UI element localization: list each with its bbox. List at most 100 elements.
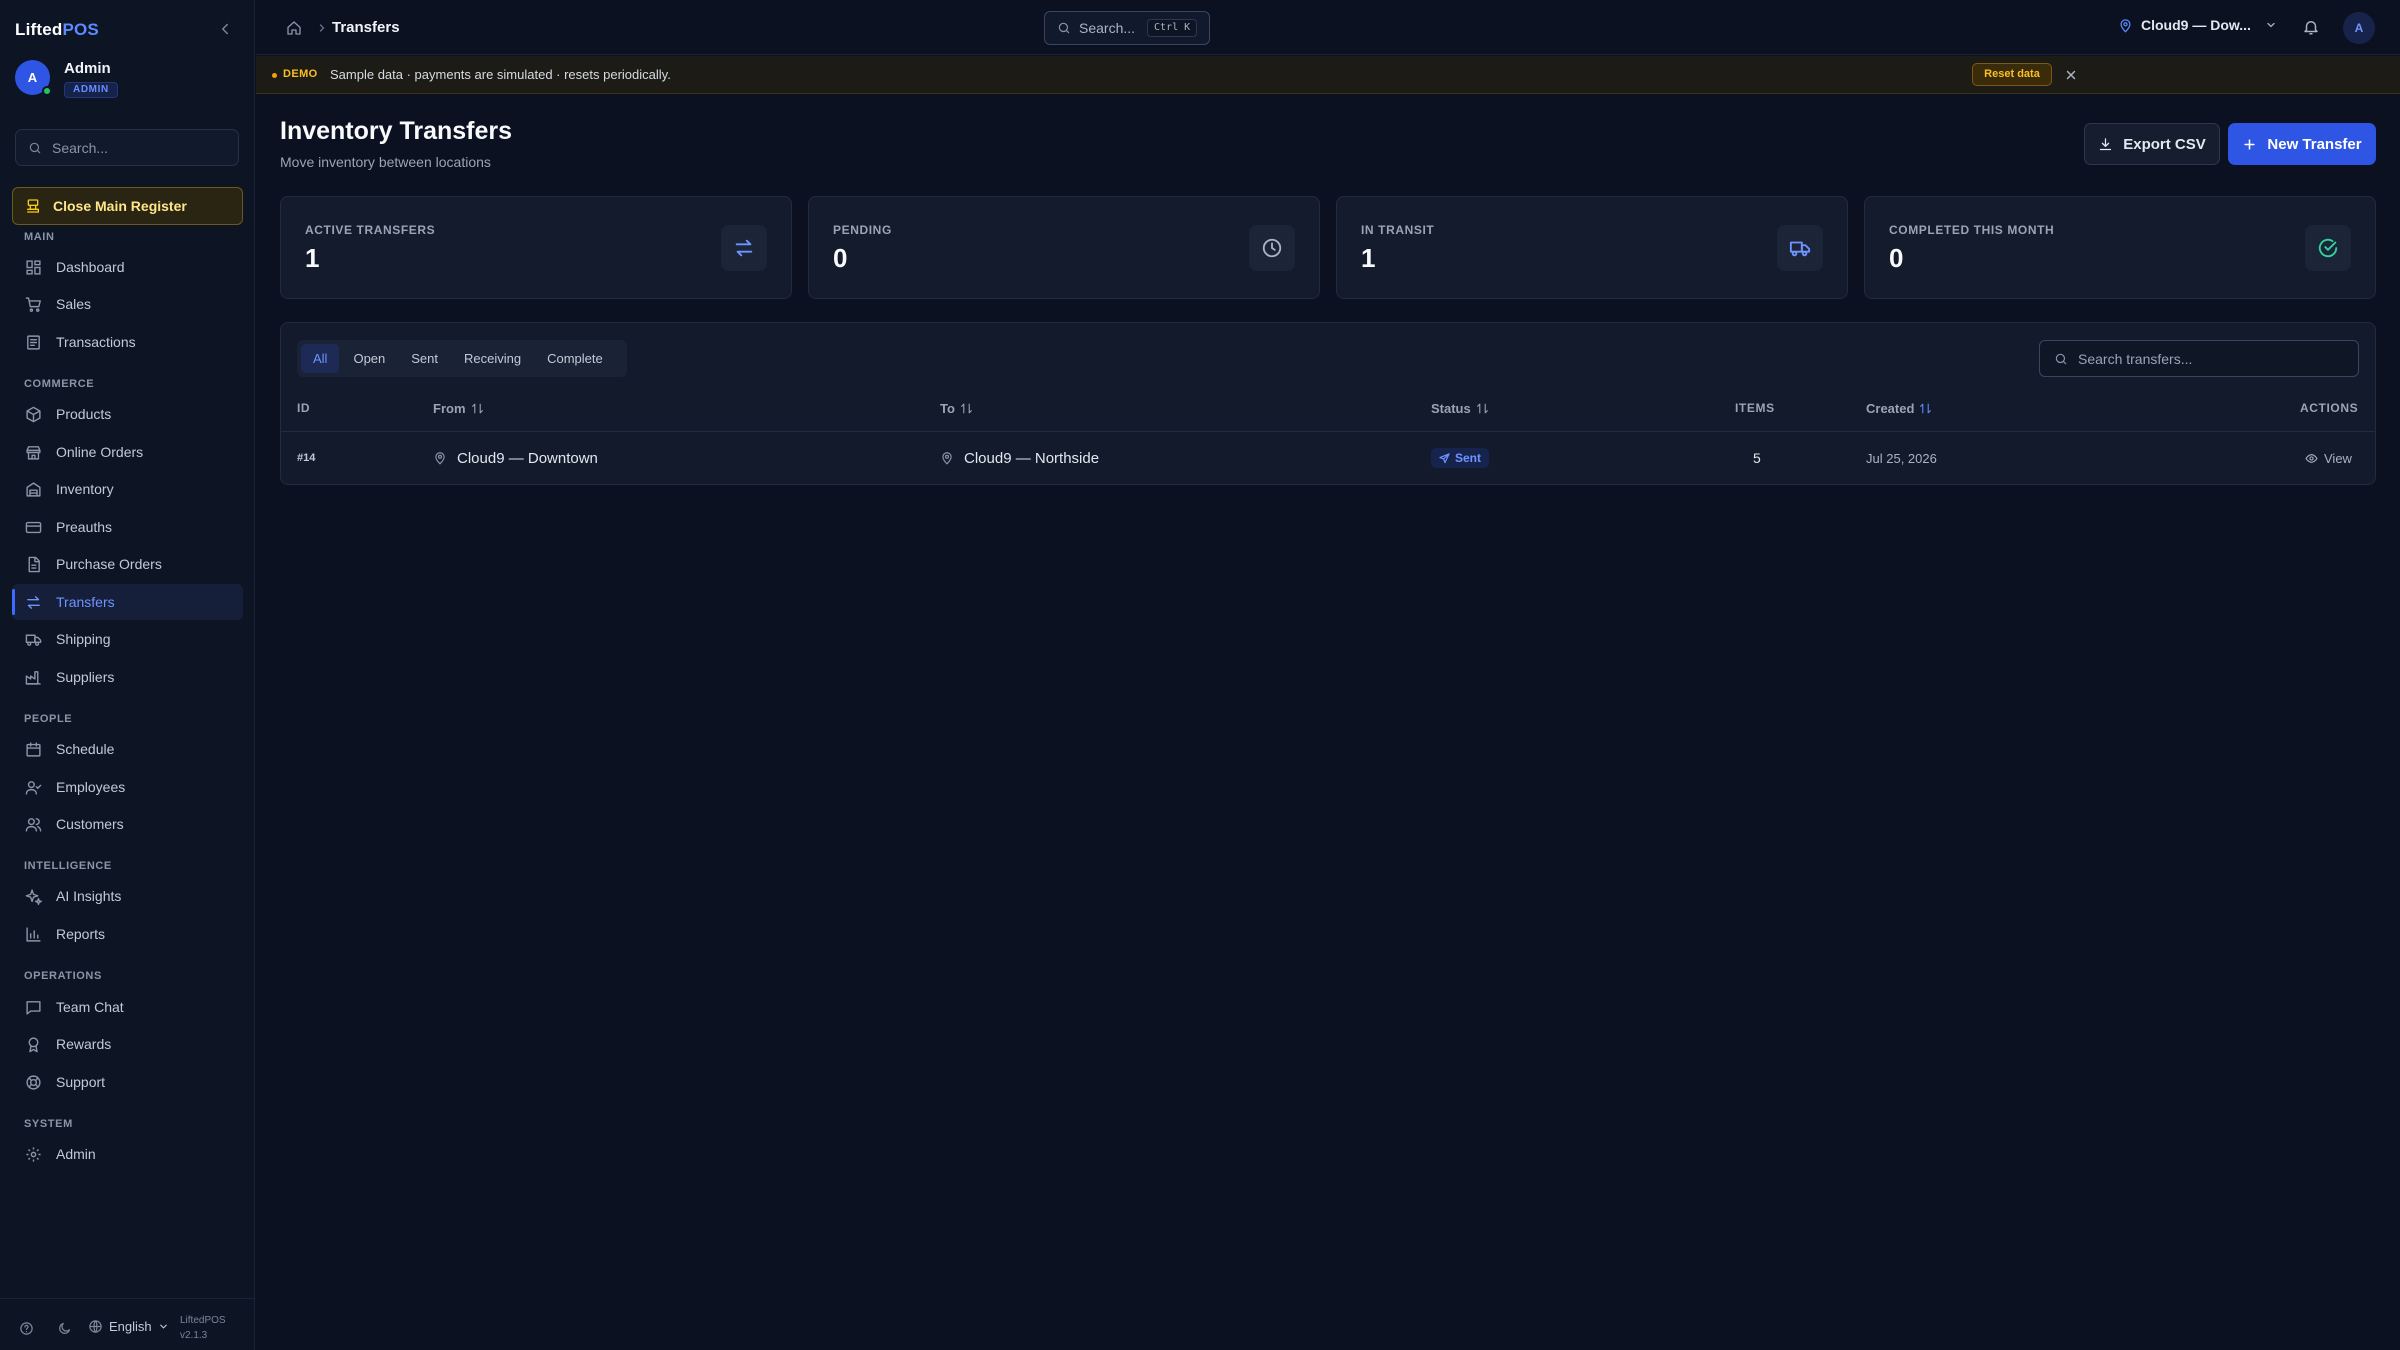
- check-circle-icon: [2318, 238, 2338, 258]
- close-register-label: Close Main Register: [53, 198, 187, 214]
- notifications-button[interactable]: [2302, 18, 2320, 36]
- sidebar-search-placeholder: Search...: [52, 139, 109, 156]
- sidebar-item-shipping[interactable]: Shipping: [12, 621, 243, 657]
- nav-section-intelligence: INTELLIGENCE: [24, 860, 112, 872]
- sidebar-item-suppliers[interactable]: Suppliers: [12, 659, 243, 695]
- sidebar-item-inventory[interactable]: Inventory: [12, 471, 243, 507]
- map-pin-icon: [2120, 18, 2131, 33]
- transfer-to: Cloud9 — Northside: [940, 432, 1099, 484]
- app-version: LiftedPOS v2.1.3: [180, 1313, 226, 1343]
- sidebar-item-preauths[interactable]: Preauths: [12, 509, 243, 545]
- user-check-icon: [25, 780, 42, 795]
- column-header-actions: ACTIONS: [2300, 401, 2358, 415]
- stat-value: 1: [305, 243, 320, 273]
- language-select[interactable]: English: [88, 1319, 169, 1334]
- sidebar-search-input[interactable]: Search...: [15, 129, 239, 166]
- tab-all[interactable]: All: [301, 344, 340, 373]
- life-buoy-icon: [26, 1074, 41, 1090]
- column-header-status[interactable]: Status: [1431, 401, 1489, 416]
- status-filter-tabs: All Open Sent Receiving Complete: [297, 340, 627, 377]
- status-badge: Sent: [1431, 448, 1490, 468]
- global-search-placeholder: Search...: [1079, 20, 1136, 36]
- stat-card-pending: PENDING 0: [808, 196, 1320, 299]
- sidebar-item-support[interactable]: Support: [12, 1064, 243, 1100]
- theme-toggle-button[interactable]: [57, 1321, 72, 1336]
- sort-icon: [1476, 403, 1488, 414]
- nav-section-system: SYSTEM: [24, 1118, 73, 1130]
- close-register-button[interactable]: Close Main Register: [12, 187, 243, 225]
- sort-icon: [1920, 403, 1932, 414]
- sidebar-item-team-chat[interactable]: Team Chat: [12, 989, 243, 1025]
- sidebar-item-label: Employees: [56, 779, 126, 795]
- tab-complete[interactable]: Complete: [535, 344, 615, 373]
- close-banner-button[interactable]: [2064, 68, 2078, 82]
- send-icon: [1439, 452, 1450, 463]
- new-transfer-button[interactable]: New Transfer: [2228, 123, 2376, 165]
- tab-sent[interactable]: Sent: [399, 344, 450, 373]
- sidebar-item-customers[interactable]: Customers: [12, 806, 243, 842]
- help-button[interactable]: [19, 1321, 34, 1336]
- version-app-name: LiftedPOS: [180, 1315, 226, 1326]
- truck-icon: [25, 634, 42, 646]
- sidebar-item-products[interactable]: Products: [12, 396, 243, 432]
- stat-value: 1: [1361, 243, 1376, 273]
- truck-icon: [1789, 241, 1811, 257]
- tab-open[interactable]: Open: [341, 344, 397, 373]
- tab-receiving[interactable]: Receiving: [452, 344, 533, 373]
- search-shortcut-hint: Ctrl K: [1147, 19, 1198, 37]
- search-transfers-input[interactable]: Search transfers...: [2039, 340, 2359, 377]
- sidebar-item-transactions[interactable]: Transactions: [12, 324, 243, 360]
- brand-logo[interactable]: LiftedPOS: [15, 20, 99, 40]
- sidebar-item-dashboard[interactable]: Dashboard: [12, 249, 243, 285]
- transfers-table-card: All Open Sent Receiving Complete Search …: [280, 322, 2376, 485]
- sidebar-item-label: Purchase Orders: [56, 556, 162, 572]
- sidebar-item-schedule[interactable]: Schedule: [12, 731, 243, 767]
- stat-value: 0: [833, 243, 848, 273]
- globe-icon: [89, 1320, 102, 1333]
- factory-icon: [25, 670, 41, 685]
- column-header-label: Created: [1866, 401, 1915, 416]
- sidebar-item-ai-insights[interactable]: AI Insights: [12, 878, 243, 914]
- sidebar-item-label: Support: [56, 1074, 106, 1090]
- location-select[interactable]: Cloud9 — Dow...: [2118, 17, 2277, 33]
- global-search-input[interactable]: Search... Ctrl K: [1044, 11, 1210, 45]
- export-csv-button[interactable]: Export CSV: [2084, 123, 2220, 165]
- view-transfer-button[interactable]: View: [2305, 451, 2352, 466]
- column-header-to[interactable]: To: [940, 401, 973, 416]
- sidebar-item-sales[interactable]: Sales: [12, 286, 243, 322]
- sidebar-item-reports[interactable]: Reports: [12, 916, 243, 952]
- file-text-icon: [28, 556, 40, 572]
- search-icon: [1058, 22, 1070, 34]
- message-square-icon: [26, 1000, 41, 1015]
- sidebar-item-transfers[interactable]: Transfers: [12, 584, 243, 620]
- sidebar-item-admin[interactable]: Admin: [12, 1136, 243, 1172]
- bell-icon: [2304, 21, 2318, 35]
- arrows-exchange-icon: [735, 239, 753, 257]
- stat-card-active-transfers: ACTIVE TRANSFERS 1: [280, 196, 792, 299]
- column-header-label: ID: [297, 401, 311, 415]
- breadcrumb-home[interactable]: [286, 20, 302, 36]
- demo-tag: DEMO: [283, 68, 318, 80]
- demo-banner: DEMO Sample data · payments are simulate…: [256, 56, 2400, 94]
- download-icon: [2100, 137, 2112, 150]
- collapse-sidebar-button[interactable]: [216, 20, 234, 38]
- stat-icon-box: [721, 225, 767, 271]
- sidebar-item-label: Dashboard: [56, 259, 125, 275]
- table-row[interactable]: #14 Cloud9 — Downtown Cloud9 — Northside…: [281, 432, 2375, 484]
- sidebar-item-label: Schedule: [56, 741, 115, 757]
- sidebar-item-label: Products: [56, 406, 112, 422]
- sidebar-item-label: Customers: [56, 816, 124, 832]
- sidebar-item-label: Inventory: [56, 481, 114, 497]
- sidebar-item-purchase-orders[interactable]: Purchase Orders: [12, 546, 243, 582]
- receipt-icon: [27, 334, 40, 350]
- sidebar-item-employees[interactable]: Employees: [12, 769, 243, 805]
- column-header-created[interactable]: Created: [1866, 401, 1932, 416]
- reset-data-button[interactable]: Reset data: [1972, 63, 2052, 86]
- user-avatar-button[interactable]: A: [2343, 12, 2375, 44]
- column-header-from[interactable]: From: [433, 401, 484, 416]
- moon-icon: [59, 1322, 71, 1334]
- sidebar-item-rewards[interactable]: Rewards: [12, 1026, 243, 1062]
- user-profile[interactable]: A Admin ADMIN: [15, 60, 245, 100]
- location-label: Cloud9 — Dow...: [2141, 17, 2251, 33]
- sidebar-item-online-orders[interactable]: Online Orders: [12, 434, 243, 470]
